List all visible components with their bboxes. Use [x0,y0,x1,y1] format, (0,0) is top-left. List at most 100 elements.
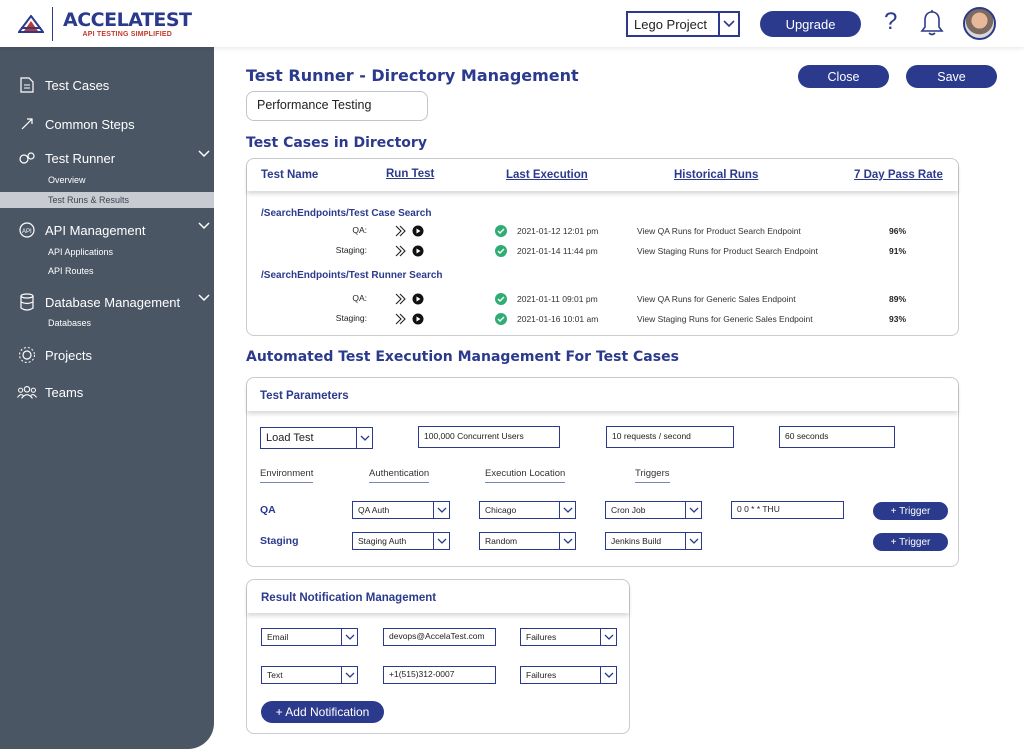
card-header [247,378,958,411]
run-test-icon[interactable] [395,245,425,257]
sidebar-subitem-api-applications[interactable]: API Applications [0,244,214,260]
cron-expression-input[interactable]: 0 0 * * THU [731,501,844,519]
test-cases-card: Test Name Run Test Last Execution Histor… [246,158,959,336]
run-test-icon[interactable] [395,225,425,237]
tab-authentication[interactable]: Authentication [369,468,430,483]
historical-runs-link[interactable]: View QA Runs for Generic Sales Endpoint [637,294,796,304]
run-test-icon[interactable] [395,293,425,305]
condition-dropdown-value: Failures [526,632,557,642]
chevron-down-icon[interactable] [559,533,575,549]
sidebar-item-projects[interactable]: Projects [0,345,214,365]
chevron-down-icon[interactable] [559,502,575,518]
sidebar-item-label: Teams [45,384,84,400]
close-button[interactable]: Close [798,65,889,88]
add-notification-button[interactable]: + Add Notification [261,701,384,723]
api-icon: API [17,220,37,240]
sidebar-item-test-runner[interactable]: Test Runner [0,148,214,168]
condition-dropdown[interactable]: Failures [520,666,617,684]
auth-dropdown[interactable]: Staging Auth [352,532,450,550]
add-trigger-button[interactable]: + Trigger [873,502,948,520]
chevron-down-icon[interactable] [356,428,372,448]
brand-name: ACCELATEST [63,9,192,31]
last-execution-date: 2021-01-14 11:44 pm [517,246,598,256]
location-dropdown-value: Chicago [485,505,517,515]
env-row-label: Staging [260,535,299,547]
col-last-execution[interactable]: Last Execution [506,169,588,181]
help-icon[interactable]: ? [884,8,897,36]
last-execution-date: 2021-01-16 10:01 am [517,314,599,324]
document-icon [17,75,37,95]
channel-dropdown[interactable]: Email [261,628,358,646]
sidebar-item-label: Projects [45,347,92,363]
project-dropdown[interactable]: Lego Project [626,11,740,37]
chevron-down-icon[interactable] [198,150,210,158]
tab-environment[interactable]: Environment [260,468,314,483]
historical-runs-link[interactable]: View QA Runs for Product Search Endpoint [637,226,801,236]
col-historical-runs[interactable]: Historical Runs [674,169,758,181]
trigger-dropdown[interactable]: Cron Job [605,501,702,519]
upgrade-button[interactable]: Upgrade [760,11,861,37]
duration-input[interactable]: 60 seconds [779,426,895,448]
notification-target-input[interactable]: devops@AccelaTest.com [383,628,496,646]
sidebar-subitem-api-routes[interactable]: API Routes [0,263,214,279]
chevron-down-icon[interactable] [685,533,701,549]
chevron-down-icon[interactable] [433,502,449,518]
chevron-down-icon[interactable] [198,294,210,302]
avatar[interactable] [963,7,996,40]
sidebar-subitem-databases[interactable]: Databases [0,315,214,331]
tab-execution-location[interactable]: Execution Location [485,468,566,483]
sidebar-item-database-management[interactable]: Database Management [0,292,214,312]
last-execution-date: 2021-01-12 12:01 pm [517,226,599,236]
location-dropdown[interactable]: Chicago [479,501,576,519]
chevron-down-icon[interactable] [433,533,449,549]
env-label: Staging: [335,245,367,255]
chevron-down-icon[interactable] [341,629,357,645]
tab-triggers[interactable]: Triggers [635,468,670,483]
auth-dropdown-value: Staging Auth [358,536,407,546]
top-bar: ACCELATEST API TESTING SIMPLIFIED Lego P… [0,0,1024,47]
sidebar: Test Cases Common Steps Test Runner Over… [0,47,214,749]
test-parameters-title: Test Parameters [260,390,349,402]
chevron-down-icon[interactable] [341,667,357,683]
chevron-down-icon[interactable] [600,667,616,683]
brand-logo[interactable]: ACCELATEST API TESTING SIMPLIFIED [18,7,192,41]
chevron-down-icon[interactable] [198,222,210,230]
sidebar-subitem-overview[interactable]: Overview [0,172,214,188]
directory-name-input[interactable]: Performance Testing [246,91,428,121]
sidebar-subitem-test-runs-results[interactable]: Test Runs & Results [0,192,214,208]
historical-runs-link[interactable]: View Staging Runs for Generic Sales Endp… [637,314,813,324]
test-path[interactable]: /SearchEndpoints/Test Runner Search [261,270,443,281]
auth-dropdown-value: QA Auth [358,505,390,515]
chevron-down-icon[interactable] [685,502,701,518]
channel-dropdown[interactable]: Text [261,666,358,684]
chevron-down-icon[interactable] [718,13,738,35]
database-icon [17,292,37,312]
historical-runs-link[interactable]: View Staging Runs for Product Search End… [637,246,818,256]
test-type-dropdown[interactable]: Load Test [260,427,373,449]
trigger-dropdown-value: Jenkins Build [611,536,662,546]
save-button[interactable]: Save [906,65,997,88]
table-header [247,159,958,191]
sidebar-item-common-steps[interactable]: Common Steps [0,114,214,134]
auth-dropdown[interactable]: QA Auth [352,501,450,519]
env-label: QA: [352,293,367,303]
chevron-down-icon[interactable] [600,629,616,645]
location-dropdown[interactable]: Random [479,532,576,550]
notification-target-input[interactable]: +1(515)312-0007 [383,666,496,684]
sidebar-item-test-cases[interactable]: Test Cases [0,75,214,95]
col-pass-rate[interactable]: 7 Day Pass Rate [854,169,943,181]
trigger-dropdown[interactable]: Jenkins Build [605,532,702,550]
condition-dropdown[interactable]: Failures [520,628,617,646]
sidebar-item-teams[interactable]: Teams [0,382,214,402]
bell-icon[interactable] [920,9,944,37]
success-check-icon [495,245,507,257]
run-test-icon[interactable] [395,313,425,325]
env-row-label: QA [260,504,276,516]
concurrent-users-input[interactable]: 100,000 Concurrent Users [418,426,560,448]
request-rate-input[interactable]: 10 requests / second [606,426,734,448]
test-path[interactable]: /SearchEndpoints/Test Case Search [261,208,431,219]
pass-rate: 89% [889,294,907,304]
col-run-test[interactable]: Run Test [386,168,434,180]
sidebar-item-api-management[interactable]: API API Management [0,220,214,240]
add-trigger-button[interactable]: + Trigger [873,533,948,551]
